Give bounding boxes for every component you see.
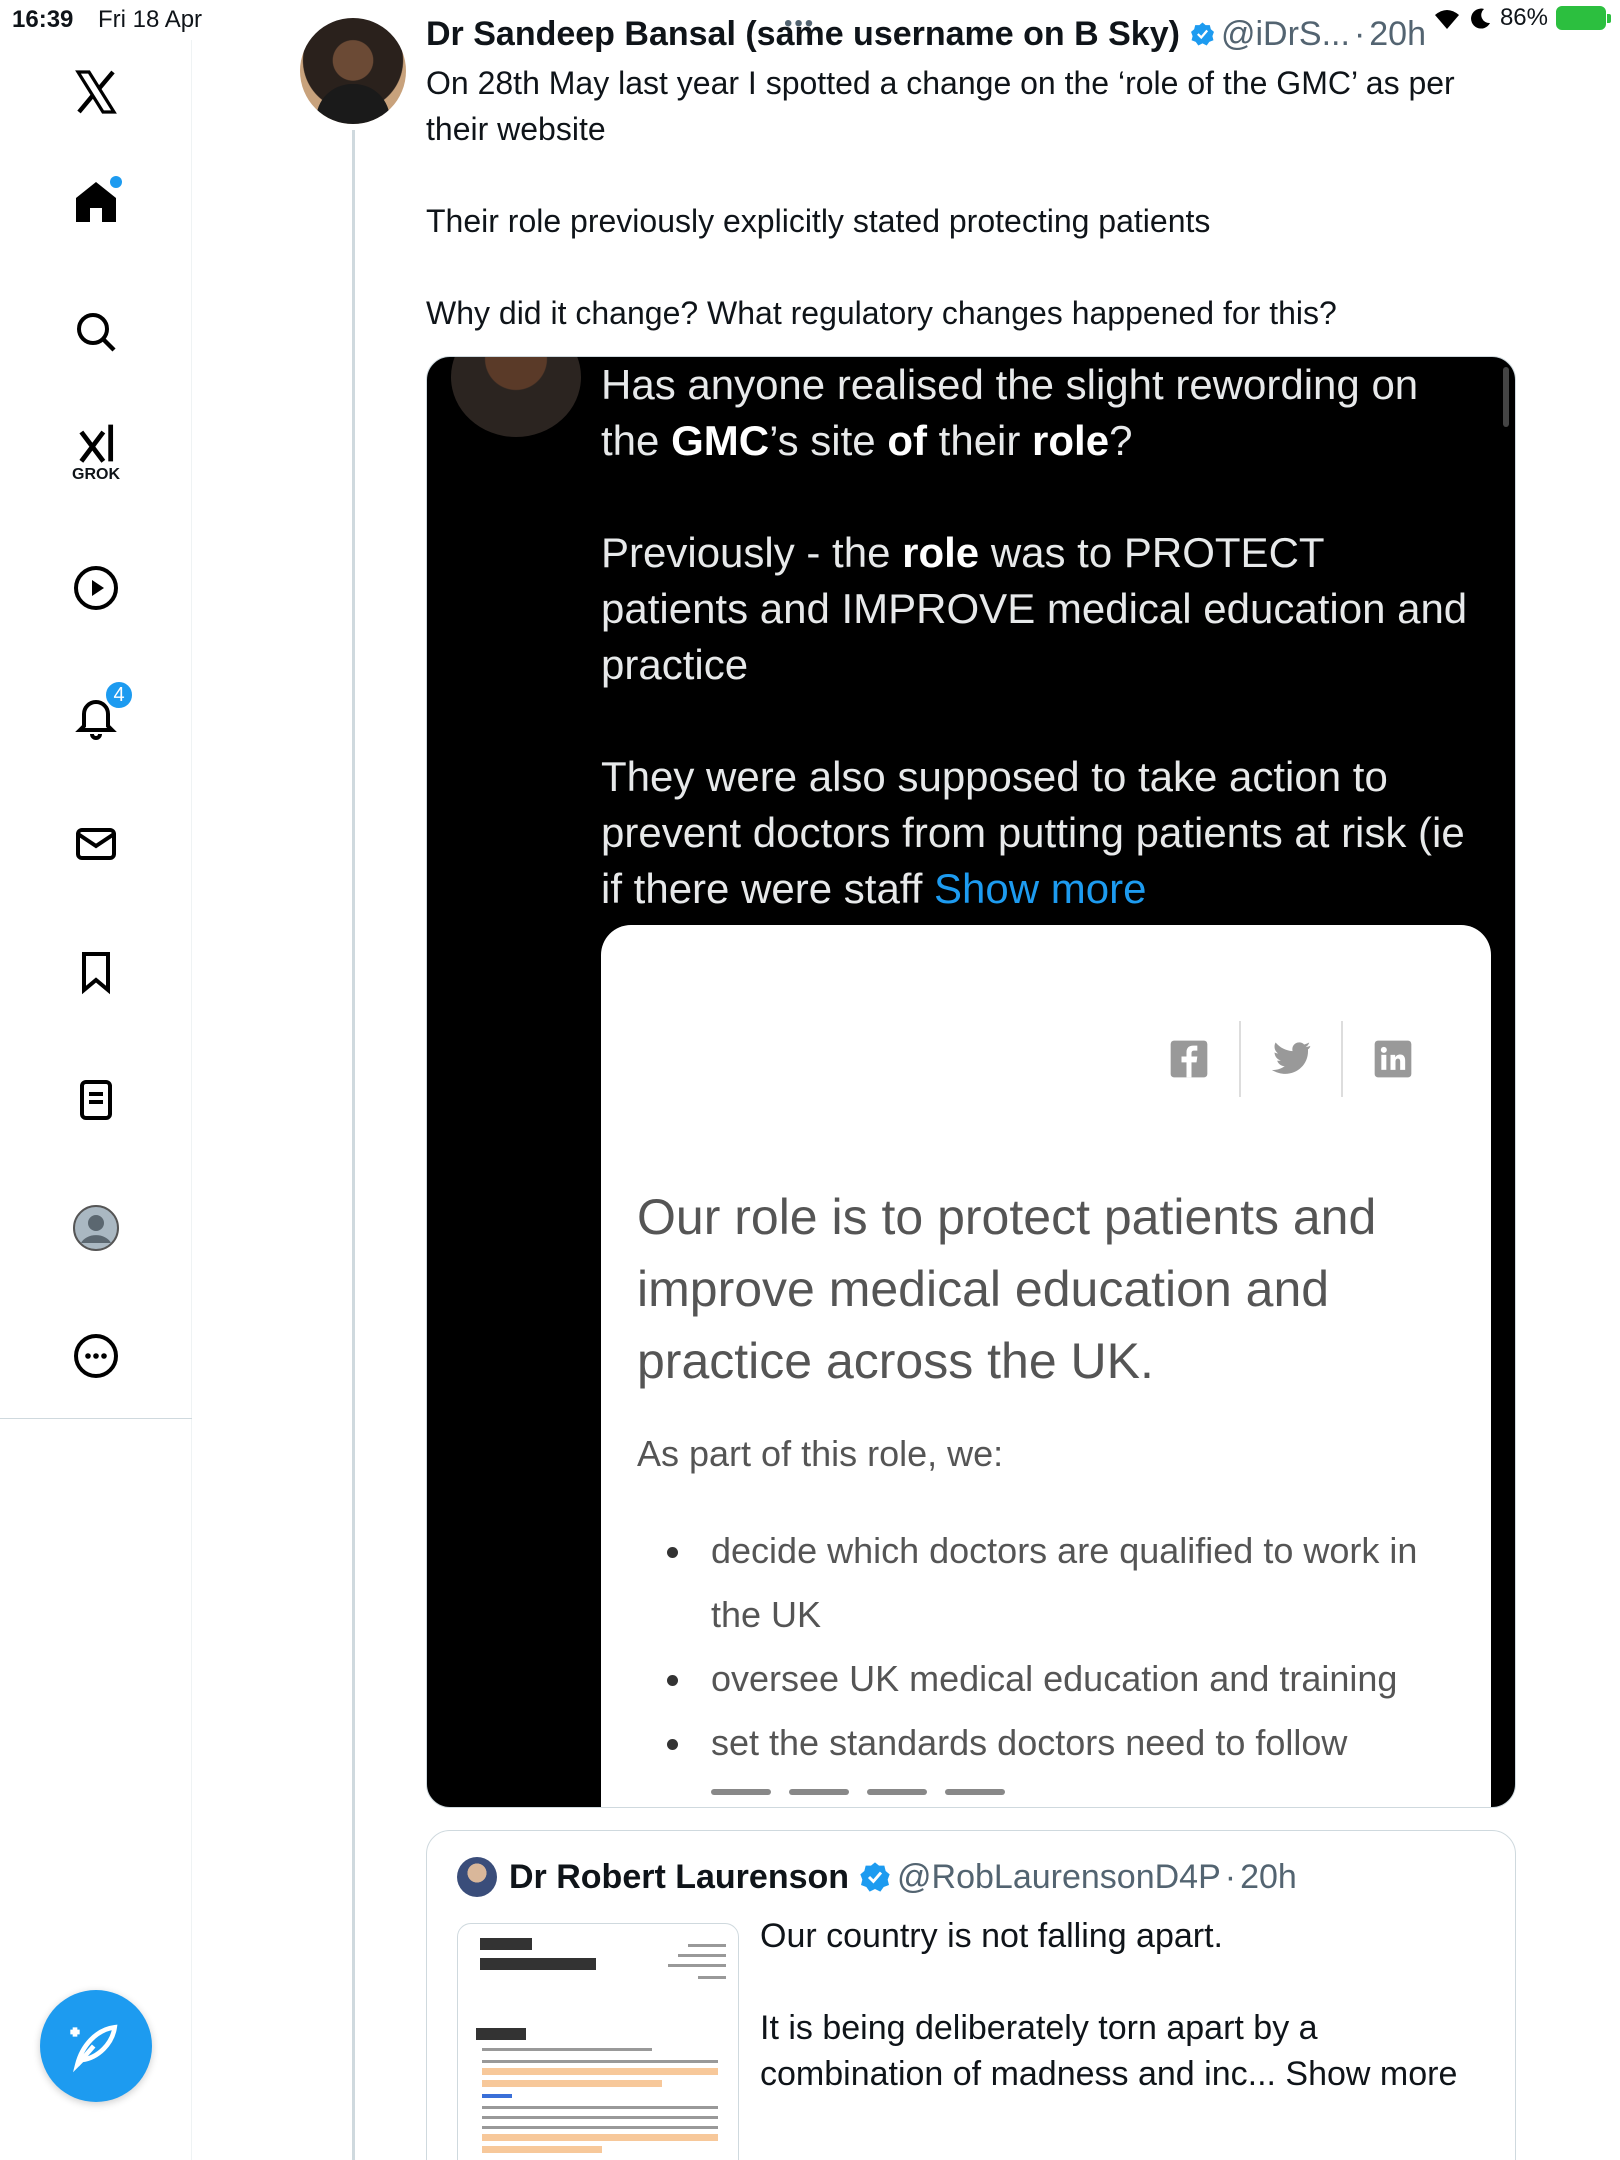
battery-percent: 86%	[1499, 4, 1548, 31]
media-tweet-text: Has anyone realised the slight rewording…	[601, 357, 1481, 973]
media-scrollbar	[1503, 367, 1509, 427]
thread-line	[352, 130, 355, 2160]
quote-paragraph: It is being deliberately torn apart by a…	[760, 2009, 1458, 2093]
lists-icon[interactable]	[66, 1070, 126, 1130]
status-indicators: 86%	[1432, 4, 1611, 32]
media-paragraph: Has anyone realised the slight rewording…	[601, 361, 1419, 464]
tweet-media-image[interactable]: Has anyone realised the slight rewording…	[426, 356, 1516, 1808]
status-time: 16:39	[12, 6, 74, 33]
media-paragraph: Previously - the role was to PROTECT pat…	[601, 529, 1468, 688]
gmc-role-subheading: As part of this role, we:	[637, 1433, 1004, 1474]
share-icons	[1139, 1021, 1443, 1097]
tweet-header: Dr Sandeep Bansal (same username on B Sk…	[426, 12, 1426, 56]
linkedin-icon	[1343, 1021, 1443, 1097]
tweet-text: On 28th May last year I spotted a change…	[426, 60, 1506, 382]
quote-paragraph: Our country is not falling apart.	[760, 1917, 1224, 1955]
gmc-website-card: Our role is to protect patients and impr…	[601, 925, 1491, 1807]
gmc-role-heading: Our role is to protect patients and impr…	[637, 1189, 1377, 1389]
compose-button[interactable]	[40, 1990, 152, 2102]
compose-icon	[70, 2024, 118, 2073]
verified-icon	[860, 1862, 890, 1892]
wifi-icon	[1434, 10, 1459, 29]
home-icon[interactable]	[66, 172, 126, 232]
list-item: oversee UK medical education and trainin…	[655, 1647, 1435, 1711]
more-icon[interactable]	[66, 1326, 126, 1386]
list-item: set the standards doctors need to follow	[655, 1711, 1435, 1775]
mail-icon[interactable]	[66, 814, 126, 874]
quote-header: Dr Robert Laurenson @RobLaurensonD4P · 2…	[457, 1857, 1297, 1897]
facebook-icon	[1139, 1021, 1239, 1097]
grok-icon[interactable]: GROK	[66, 420, 126, 483]
separator-dot: ·	[1353, 14, 1366, 53]
quote-document-thumbnail[interactable]	[457, 1923, 739, 2160]
show-more-link: Show more	[934, 865, 1147, 912]
tweet-paragraph: On 28th May last year I spotted a change…	[426, 65, 1455, 147]
battery-icon	[1556, 6, 1611, 30]
gmc-role-list: decide which doctors are qualified to wo…	[655, 1519, 1435, 1775]
quoted-tweet[interactable]: Dr Robert Laurenson @RobLaurensonD4P · 2…	[426, 1830, 1516, 2160]
media-avatar	[451, 357, 581, 437]
list-item: decide which doctors are qualified to wo…	[655, 1519, 1435, 1647]
bookmark-icon[interactable]	[66, 942, 126, 1002]
avatar[interactable]	[300, 18, 406, 124]
media-paragraph: They were also supposed to take action t…	[601, 753, 1465, 912]
verified-icon	[1190, 22, 1214, 46]
cut-off-text	[711, 1775, 1111, 1795]
quote-time[interactable]: 20h	[1240, 1858, 1297, 1897]
twitter-icon	[1241, 1021, 1341, 1097]
status-date: Fri 18 Apr	[98, 6, 203, 33]
notifications-badge: 4	[104, 680, 134, 710]
grok-label: GROK	[72, 466, 120, 483]
separator-dot: ·	[1224, 1857, 1237, 1896]
search-icon[interactable]	[66, 302, 126, 362]
quote-handle[interactable]: @RobLaurensonD4P	[897, 1858, 1221, 1897]
video-icon[interactable]	[66, 558, 126, 618]
quote-text: Our country is not falling apart. It is …	[760, 1913, 1490, 2143]
x-logo-icon[interactable]	[66, 62, 126, 122]
home-unread-dot	[110, 176, 122, 188]
author-handle[interactable]: @iDrS...	[1221, 15, 1350, 54]
bell-icon[interactable]: 4	[66, 680, 134, 746]
quote-author-name[interactable]: Dr Robert Laurenson	[509, 1858, 849, 1897]
tweet-paragraph: Their role previously explicitly stated …	[426, 203, 1211, 239]
nav-divider	[0, 1418, 192, 1419]
avatar[interactable]	[457, 1857, 497, 1897]
profile-icon[interactable]	[66, 1198, 126, 1258]
moon-icon	[1470, 8, 1490, 29]
sidebar-nav: GROK 4	[0, 40, 192, 2160]
tweet-paragraph: Why did it change? What regulatory chang…	[426, 295, 1337, 331]
tweet-time[interactable]: 20h	[1369, 15, 1426, 54]
author-name[interactable]: Dr Sandeep Bansal (same username on B Sk…	[426, 15, 1180, 54]
